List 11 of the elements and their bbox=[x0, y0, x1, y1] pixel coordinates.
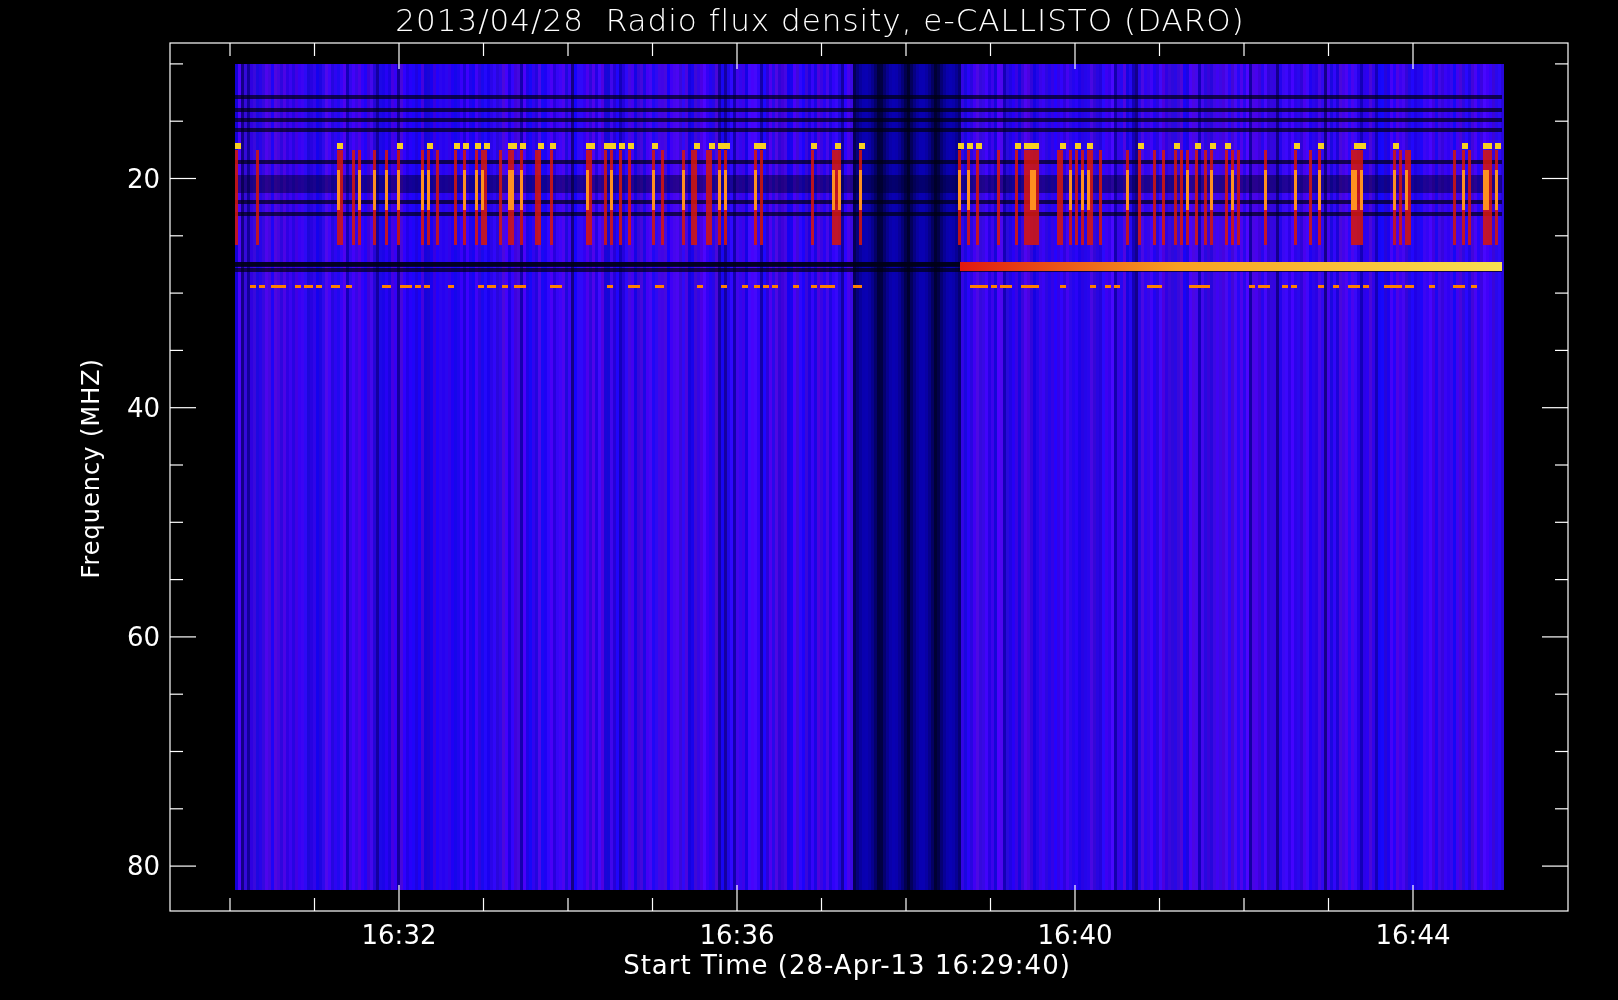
tick-label: 60 bbox=[126, 621, 160, 652]
tick-label: 16:40 bbox=[1037, 920, 1113, 950]
tick-label: 16:32 bbox=[361, 920, 437, 950]
tick-label: 80 bbox=[126, 851, 160, 882]
tick-label: 16:44 bbox=[1375, 920, 1451, 950]
chart-title: 2013/04/28 Radio flux density, e-CALLISTO (DARO) bbox=[395, 1, 1245, 40]
tick-label: 40 bbox=[126, 392, 160, 423]
tick-label: 16:36 bbox=[699, 920, 775, 950]
y-axis-label: Frequency (MHZ) bbox=[77, 358, 105, 579]
x-axis-label: Start Time (28-Apr-13 16:29:40) bbox=[623, 950, 1071, 982]
tick-label: 20 bbox=[126, 163, 160, 194]
